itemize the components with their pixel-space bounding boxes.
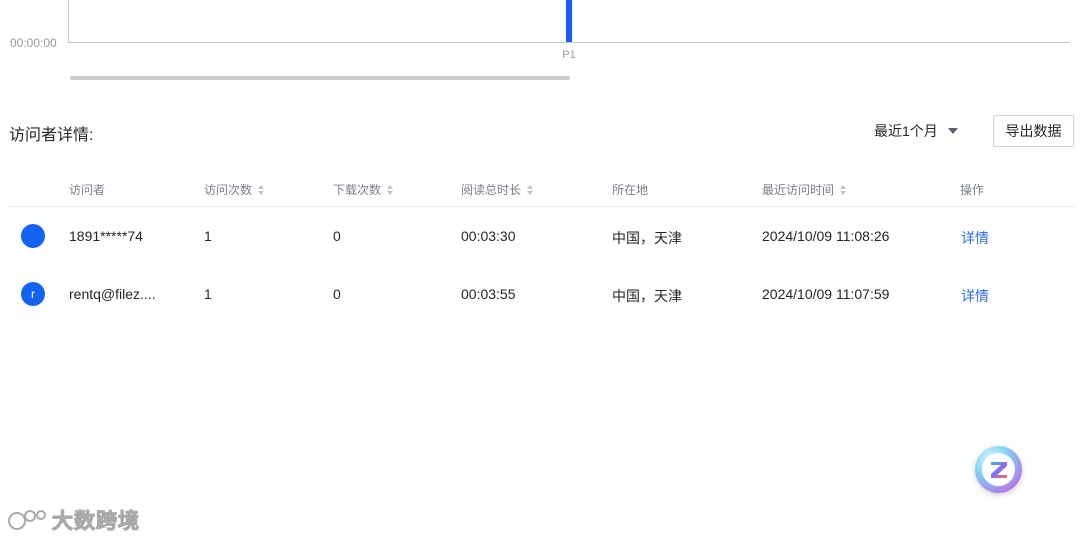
y-tick-label: 00:00:00 [10, 36, 57, 50]
watermark: 大数跨境 [8, 505, 140, 535]
col-last-visit[interactable]: 最近访问时间 [762, 181, 847, 198]
time-range-value: 最近1个月 [874, 123, 938, 139]
visitor-name: 1891*****74 [69, 228, 143, 244]
visitor-details-title: 访问者详情: [9, 127, 94, 144]
col-read-duration-label: 阅读总时长 [461, 183, 522, 197]
time-range-select[interactable]: 最近1个月 [874, 121, 958, 141]
visit-count: 1 [204, 286, 212, 302]
location: 中国，天津 [612, 230, 682, 246]
read-duration: 00:03:55 [461, 286, 516, 302]
download-count: 0 [333, 286, 341, 302]
avatar [21, 224, 45, 248]
col-location: 所在地 [612, 181, 648, 198]
col-visits-label: 访问次数 [204, 183, 253, 197]
col-action: 操作 [960, 181, 984, 198]
col-visits[interactable]: 访问次数 [204, 181, 265, 198]
col-action-label: 操作 [960, 183, 985, 197]
read-duration: 00:03:30 [461, 228, 516, 244]
watermark-text: 大数跨境 [52, 510, 140, 534]
col-visitor-label: 访问者 [69, 183, 106, 197]
col-downloads-label: 下载次数 [333, 183, 382, 197]
x-tick-label: P1 [562, 49, 576, 61]
chart-scrollbar[interactable] [70, 76, 570, 80]
col-read-duration[interactable]: 阅读总时长 [461, 181, 534, 198]
page: 00:00:00 P1 访问者详情: 最近1个月 导出数据 访问者 访问次数 下… [0, 0, 1080, 539]
last-visit-time: 2024/10/09 11:07:59 [762, 286, 890, 302]
col-last-visit-label: 最近访问时间 [762, 183, 835, 197]
table-header: 访问者 访问次数 下载次数 阅读总时长 所在地 最近访问时间 操作 [9, 168, 1075, 207]
download-count: 0 [333, 228, 341, 244]
col-downloads[interactable]: 下载次数 [333, 181, 394, 198]
z-logo-icon[interactable] [975, 446, 1022, 493]
x-axis-line [68, 42, 1070, 43]
z-glyph-icon [990, 461, 1007, 478]
col-location-label: 所在地 [612, 183, 649, 197]
table-row: r rentq@filez.... 1 0 00:03:55 中国，天津 202… [9, 265, 1075, 323]
visit-count: 1 [204, 228, 212, 244]
watermark-logo-icon [8, 510, 46, 530]
visit-chart: 00:00:00 P1 [0, 0, 1080, 90]
table-row: 1891*****74 1 0 00:03:30 中国，天津 2024/10/0… [9, 207, 1075, 265]
caret-down-icon [947, 128, 958, 134]
export-data-button[interactable]: 导出数据 [993, 115, 1074, 147]
last-visit-time: 2024/10/09 11:08:26 [762, 228, 890, 244]
avatar: r [21, 282, 45, 306]
sort-icon[interactable] [258, 184, 265, 195]
sort-icon[interactable] [840, 184, 847, 195]
location: 中国，天津 [612, 288, 682, 304]
details-link[interactable]: 详情 [961, 286, 989, 306]
sort-icon[interactable] [527, 184, 534, 195]
col-visitor: 访问者 [69, 181, 105, 198]
z-logo-inner [982, 453, 1015, 486]
y-axis-line [68, 0, 69, 43]
chart-bar[interactable] [566, 0, 572, 42]
sort-icon[interactable] [387, 184, 394, 195]
visitor-table: 访问者 访问次数 下载次数 阅读总时长 所在地 最近访问时间 操作 1891**… [9, 168, 1075, 323]
visitor-name: rentq@filez.... [69, 286, 156, 302]
details-link[interactable]: 详情 [961, 228, 989, 248]
